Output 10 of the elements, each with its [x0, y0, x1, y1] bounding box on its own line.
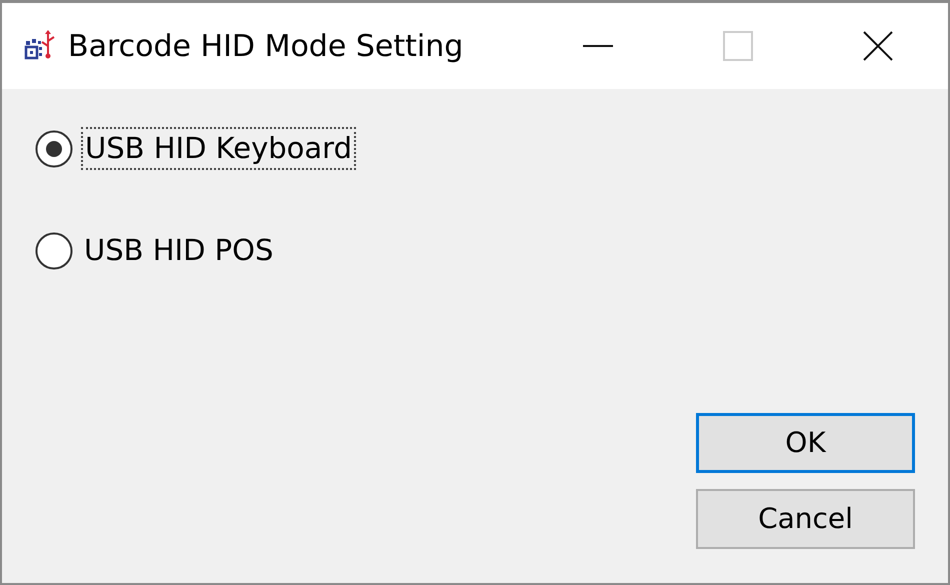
dialog-button[interactable]: Cancel: [696, 489, 915, 549]
window-title: Barcode HID Mode Setting: [68, 28, 464, 66]
radio-button[interactable]: [35, 130, 73, 168]
radio-button[interactable]: [35, 232, 73, 270]
dialog-button[interactable]: OK: [696, 413, 915, 473]
maximize-icon: [721, 29, 755, 63]
close-icon: [861, 29, 895, 63]
radio-label[interactable]: USB HID POS: [81, 230, 276, 272]
radio-label[interactable]: USB HID Keyboard: [81, 127, 356, 170]
minimize-icon: [581, 44, 615, 48]
